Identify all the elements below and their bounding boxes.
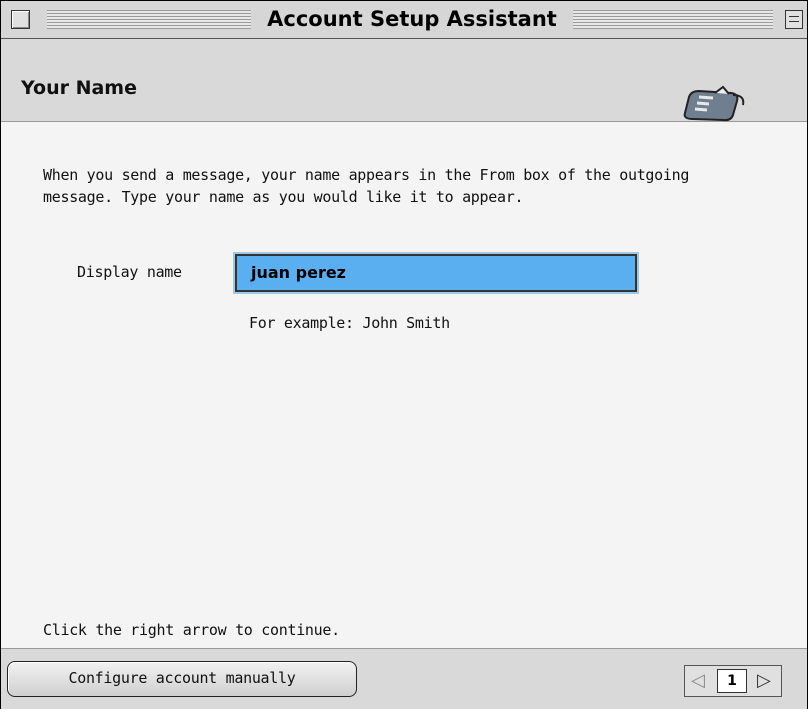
mail-envelope-icon — [683, 85, 745, 122]
left-arrow-icon[interactable]: ◁ — [691, 670, 705, 691]
description-text: When you send a message, your name appea… — [43, 166, 690, 206]
account-setup-window: Account Setup Assistant Your Name When y… — [0, 0, 808, 709]
configure-account-manually-button[interactable]: Configure account manually — [7, 661, 357, 697]
title-bar-stripes — [47, 10, 251, 29]
right-arrow-icon[interactable]: ▷ — [757, 670, 771, 691]
title-bar[interactable]: Account Setup Assistant — [1, 1, 807, 39]
continue-hint: Click the right arrow to continue. — [43, 621, 340, 639]
page-navigator: ◁ 1 ▷ — [684, 665, 782, 697]
page-number: 1 — [717, 669, 747, 693]
display-name-label: Display name — [77, 263, 182, 281]
display-name-value: juan perez — [251, 263, 346, 282]
page-title: Your Name — [21, 77, 137, 99]
example-hint: For example: John Smith — [249, 314, 450, 332]
window-title: Account Setup Assistant — [267, 7, 557, 31]
configure-button-label: Configure account manually — [68, 669, 296, 687]
title-bar-stripes — [573, 10, 773, 29]
collapse-box-button[interactable] — [785, 10, 803, 29]
display-name-input[interactable]: juan perez — [235, 254, 637, 292]
close-box-button[interactable] — [11, 10, 30, 29]
